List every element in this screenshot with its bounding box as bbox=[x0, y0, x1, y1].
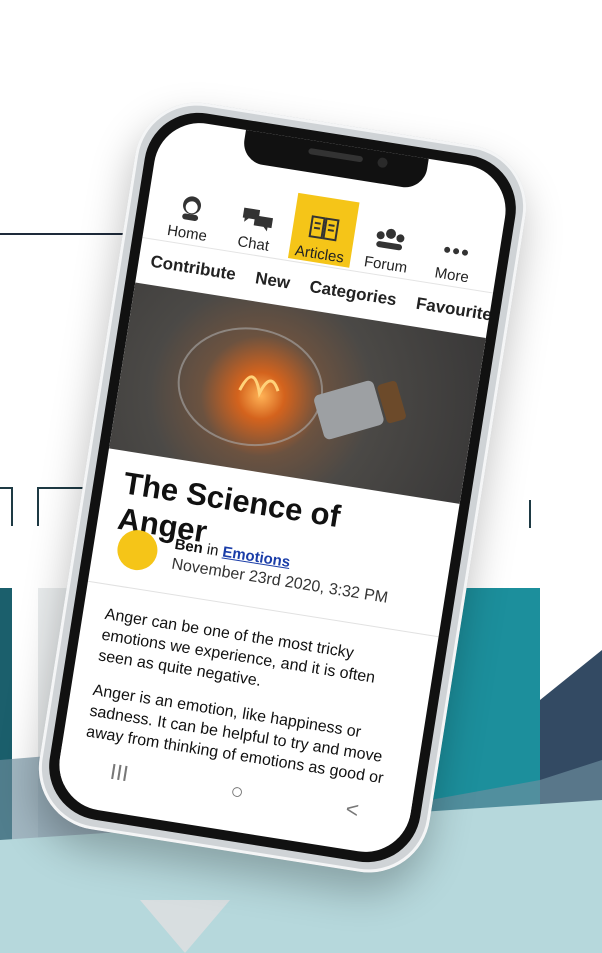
recent-apps-button[interactable]: III bbox=[108, 759, 130, 788]
home-avatar-icon bbox=[181, 196, 201, 221]
more-icon bbox=[443, 246, 468, 256]
nav-articles[interactable]: Articles bbox=[287, 192, 360, 268]
author-name[interactable]: Ben bbox=[173, 536, 204, 557]
subnav-categories[interactable]: Categories bbox=[308, 277, 398, 311]
notch bbox=[240, 127, 429, 191]
author-avatar[interactable] bbox=[114, 527, 161, 573]
nav-chat-label: Chat bbox=[236, 233, 271, 255]
home-button[interactable]: ○ bbox=[229, 778, 246, 806]
speaker bbox=[307, 147, 363, 163]
author-in-text: in bbox=[205, 541, 220, 560]
subnav-favourites[interactable]: Favourites bbox=[415, 294, 503, 327]
forum-icon bbox=[375, 228, 404, 251]
subnav-contribute[interactable]: Contribute bbox=[149, 252, 237, 285]
nav-home[interactable]: Home bbox=[155, 172, 227, 247]
back-button[interactable]: < bbox=[344, 796, 361, 824]
nav-more[interactable]: More bbox=[420, 214, 492, 289]
nav-chat[interactable]: Chat bbox=[221, 182, 293, 257]
nav-forum[interactable]: Forum bbox=[354, 203, 426, 278]
chat-icon bbox=[242, 207, 273, 232]
articles-icon bbox=[308, 215, 340, 242]
camera bbox=[376, 156, 388, 169]
subnav-new[interactable]: New bbox=[254, 268, 292, 293]
